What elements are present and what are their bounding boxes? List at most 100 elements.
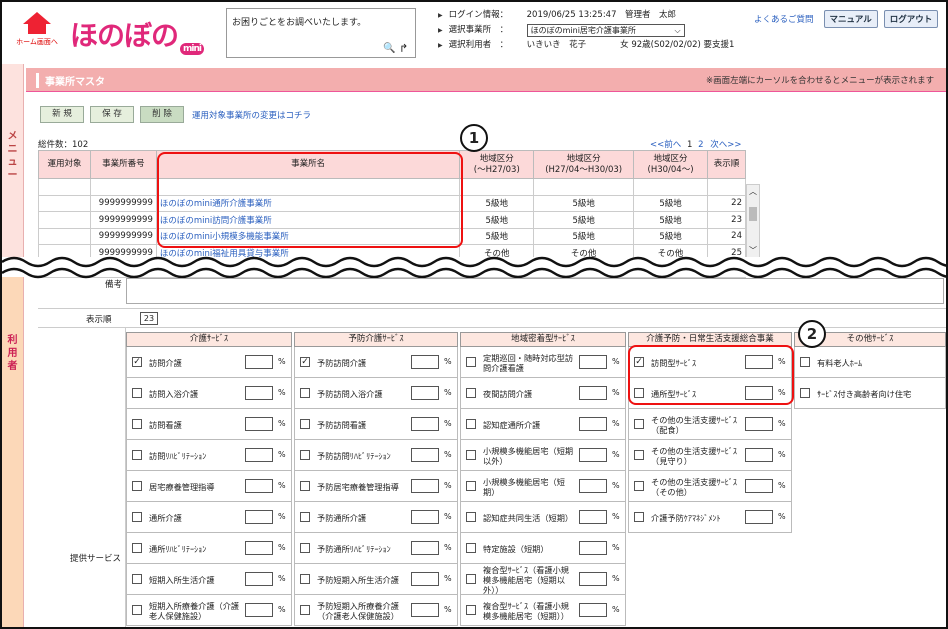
service-checkbox[interactable] (466, 419, 476, 429)
change-target-link[interactable]: 運用対象事業所の変更はコチラ (192, 109, 311, 121)
next-page-link[interactable]: 次へ>> (710, 140, 741, 150)
column-header[interactable]: 地域区分 (～H27/03) (459, 150, 535, 179)
search-icon[interactable]: 🔍 (383, 43, 395, 54)
faq-link[interactable]: よくあるご質問 (754, 13, 814, 25)
logout-button[interactable]: ログアウト (883, 10, 939, 28)
service-checkbox[interactable] (634, 419, 644, 429)
column-header[interactable]: 表示順 (706, 150, 747, 179)
service-rate-input[interactable] (411, 386, 439, 400)
service-rate-input[interactable] (745, 479, 773, 493)
enter-arrow-icon[interactable]: ↱ (399, 42, 408, 55)
new-button[interactable]: 新 規 (40, 106, 84, 123)
service-checkbox[interactable] (634, 512, 644, 522)
service-rate-input[interactable] (579, 417, 607, 431)
service-checkbox[interactable] (466, 512, 476, 522)
display-order-input[interactable]: 23 (140, 312, 158, 325)
service-checkbox[interactable] (300, 419, 310, 429)
service-checkbox[interactable] (466, 574, 476, 584)
service-checkbox[interactable] (132, 605, 142, 615)
service-checkbox[interactable] (800, 357, 810, 367)
service-item: 訪問看護% (126, 409, 292, 440)
service-checkbox[interactable] (300, 450, 310, 460)
service-rate-input[interactable] (745, 448, 773, 462)
service-name-text: 小規模多機能居宅（短期以外） (483, 445, 574, 466)
side-tab-user[interactable]: 利用者 (2, 274, 24, 627)
service-checkbox[interactable] (300, 481, 310, 491)
service-checkbox[interactable] (466, 543, 476, 553)
service-rate-input[interactable] (245, 355, 273, 369)
service-rate-input[interactable] (745, 510, 773, 524)
save-button[interactable]: 保 存 (90, 106, 134, 123)
column-header[interactable]: 事業所番号 (89, 150, 157, 179)
home-button[interactable]: ホーム画面へ (16, 12, 58, 52)
table-cell: 5級地 (633, 227, 708, 245)
service-rate-input[interactable] (411, 572, 439, 586)
service-rate-input[interactable] (579, 448, 607, 462)
remark-textarea[interactable] (126, 278, 944, 304)
service-checkbox[interactable] (132, 419, 142, 429)
service-rate-input[interactable] (579, 355, 607, 369)
service-checkbox[interactable]: ✓ (300, 357, 310, 367)
service-rate-input[interactable] (579, 603, 607, 617)
service-rate-input[interactable] (245, 417, 273, 431)
column-header[interactable]: 地域区分 (H30/04～) (633, 150, 708, 179)
service-rate-input[interactable] (245, 541, 273, 555)
table-cell: 9999999999 (89, 211, 157, 229)
service-checkbox[interactable]: ✓ (132, 357, 142, 367)
service-checkbox[interactable] (466, 450, 476, 460)
service-rate-input[interactable] (579, 479, 607, 493)
service-rate-input[interactable] (411, 355, 439, 369)
service-checkbox[interactable] (300, 512, 310, 522)
service-rate-input[interactable] (411, 510, 439, 524)
column-header[interactable]: 運用対象 (38, 150, 91, 179)
service-rate-input[interactable] (411, 603, 439, 617)
service-rate-input[interactable] (579, 510, 607, 524)
service-rate-input[interactable] (745, 417, 773, 431)
service-checkbox[interactable] (300, 574, 310, 584)
service-checkbox[interactable] (466, 605, 476, 615)
table-scrollbar[interactable]: ︿ ﹀ (746, 184, 760, 262)
table-cell: 23 (706, 211, 747, 229)
service-checkbox[interactable] (132, 450, 142, 460)
service-rate-input[interactable] (579, 541, 607, 555)
service-name-text: 定期巡回・随時対応型訪問介護看護 (483, 352, 574, 373)
column-header[interactable]: 地域区分 (H27/04～H30/03) (533, 150, 635, 179)
service-rate-input[interactable] (411, 417, 439, 431)
side-tab-menu[interactable]: メニュー (2, 64, 24, 272)
delete-button[interactable]: 削 除 (140, 106, 184, 123)
help-search-box[interactable]: お困りごとをお調べいたします。 🔍 ↱ (226, 8, 416, 58)
service-checkbox[interactable] (466, 481, 476, 491)
service-checkbox[interactable] (132, 574, 142, 584)
scroll-thumb[interactable] (749, 207, 757, 221)
manual-button[interactable]: マニュアル (823, 10, 878, 28)
service-rate-input[interactable] (579, 386, 607, 400)
office-select[interactable]: ほのぼのmini居宅介護事業所 ⌵ (526, 24, 685, 37)
service-checkbox[interactable] (132, 543, 142, 553)
service-checkbox[interactable] (132, 481, 142, 491)
service-rate-input[interactable] (411, 541, 439, 555)
service-checkbox[interactable] (466, 357, 476, 367)
service-rate-input[interactable] (245, 386, 273, 400)
scroll-up-icon[interactable]: ︿ (749, 186, 757, 197)
service-rate-input[interactable] (245, 448, 273, 462)
percent-sign: % (612, 388, 620, 397)
service-checkbox[interactable] (132, 388, 142, 398)
service-checkbox[interactable] (300, 605, 310, 615)
service-rate-input[interactable] (245, 572, 273, 586)
service-rate-input[interactable] (411, 479, 439, 493)
service-rate-input[interactable] (245, 603, 273, 617)
service-rate-input[interactable] (411, 448, 439, 462)
service-checkbox[interactable] (634, 481, 644, 491)
service-checkbox[interactable] (132, 512, 142, 522)
service-rate-input[interactable] (245, 510, 273, 524)
service-checkbox[interactable] (466, 388, 476, 398)
service-checkbox[interactable] (800, 388, 810, 398)
service-rate-input[interactable] (579, 572, 607, 586)
service-checkbox[interactable] (300, 543, 310, 553)
search-input[interactable]: お困りごとをお調べいたします。 (232, 15, 366, 28)
service-checkbox[interactable] (300, 388, 310, 398)
page-2-link[interactable]: 2 (698, 140, 703, 150)
prev-page-link[interactable]: <<前へ (650, 140, 681, 150)
service-rate-input[interactable] (245, 479, 273, 493)
service-checkbox[interactable] (634, 450, 644, 460)
